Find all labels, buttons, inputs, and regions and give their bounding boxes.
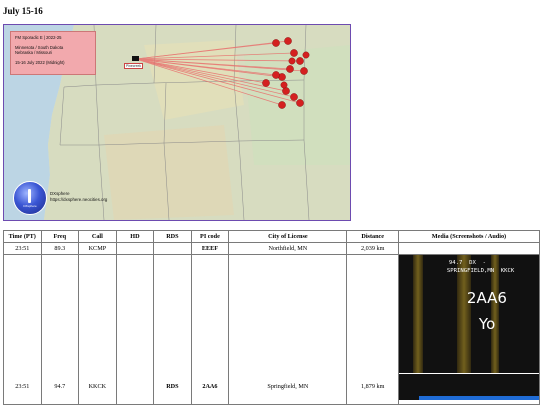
col-freq: Freq (40, 230, 80, 243)
legend-date: 15-16 July 2022 (Midnight) (15, 59, 65, 65)
log-table: Time (PT) Freq Call HD RDS PI code City … (3, 230, 540, 405)
table-row: 23:51 94.7 KKCK RDS 2AA6 Springfield, MN… (3, 254, 540, 405)
sporadic-e-map: FM Sporadic E | 2022-25 Minnesota / Sout… (3, 24, 351, 221)
time-cell: 23:51 (3, 254, 42, 405)
receiver-label: Pinecreek (124, 63, 144, 69)
distance-cell: 2,039 km (346, 242, 399, 255)
rds-cell: RDS (153, 254, 192, 405)
col-city: City of License (228, 230, 348, 243)
media-cell (397, 242, 540, 255)
col-media: Media (Screenshots / Audio) (397, 230, 540, 243)
rds-cell (153, 242, 192, 255)
distance-cell: 1,879 km (346, 254, 399, 405)
freq-cell: 94.7 (40, 254, 80, 405)
branding-url: https://dxsphere.neocities.org (50, 197, 108, 202)
branding-caption: DXsphere https://dxsphere.neocities.org (50, 191, 107, 203)
screenshot-freq-line: 94.7 DX - (448, 260, 486, 266)
col-call: Call (78, 230, 117, 243)
table-header-row: Time (PT) Freq Call HD RDS PI code City … (3, 230, 540, 243)
second-screenshot[interactable] (399, 373, 539, 400)
time-cell: 23:51 (3, 242, 42, 255)
media-cell: 94.7 DX - SPRINGFIELD,MN KKCK 2AA6 Yo (397, 254, 540, 405)
col-rds: RDS (153, 230, 192, 243)
col-distance: Distance (346, 230, 399, 243)
hd-cell (115, 254, 155, 405)
antenna-icon (28, 189, 31, 203)
city-cell: Springfield, MN (228, 254, 348, 405)
screenshot-pi-code: 2AA6 (466, 289, 507, 307)
call-cell: KCMP (78, 242, 117, 255)
call-cell: KKCK (78, 254, 117, 405)
city-cell: Northfield, MN (228, 242, 348, 255)
col-hd: HD (115, 230, 155, 243)
logo-text: DXsphere (23, 204, 37, 208)
screenshot-strip (418, 396, 539, 400)
rds-screenshot[interactable]: 94.7 DX - SPRINGFIELD,MN KKCK 2AA6 Yo (399, 255, 539, 373)
freq-cell: 89.3 (40, 242, 80, 255)
screenshot-radiotext: Yo (478, 315, 496, 333)
map-legend: FM Sporadic E | 2022-25 Minnesota / Sout… (10, 31, 96, 75)
table-row: 23:51 89.3 KCMP EEEF Northfield, MN 2,03… (3, 242, 540, 255)
screenshot-city-line: SPRINGFIELD,MN KKCK (446, 268, 515, 274)
pi-cell: 2AA6 (190, 254, 230, 405)
hd-cell (115, 242, 155, 255)
dxsphere-logo: DXsphere (13, 181, 47, 215)
page-heading: July 15-16 (3, 6, 43, 16)
pi-cell: EEEF (190, 242, 230, 255)
col-time: Time (PT) (3, 230, 42, 243)
col-pi-code: PI code (190, 230, 230, 243)
